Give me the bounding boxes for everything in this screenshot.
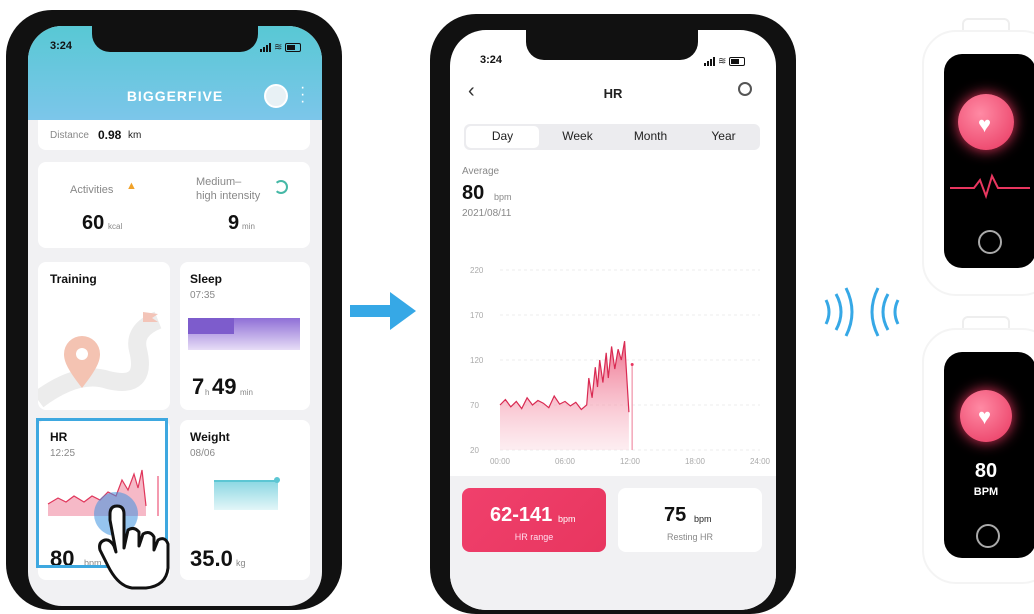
y-tick-label: 120 [470, 356, 484, 365]
average-label: Average [462, 166, 500, 177]
band-hr-value: 80 [974, 460, 998, 482]
status-time: 3:24 [480, 54, 503, 66]
band-device-2: ♥ 80 BPM [922, 328, 1034, 584]
sleep-min-unit: min [240, 388, 253, 397]
sleep-minutes: 49 [212, 374, 237, 399]
period-tabs: Day Week Month Year [464, 124, 760, 150]
status-time: 3:24 [50, 40, 73, 52]
weight-label: Weight [190, 430, 230, 444]
x-tick-label: 06:00 [555, 457, 576, 466]
settings-icon[interactable] [738, 82, 752, 96]
y-tick-label: 20 [470, 446, 479, 455]
avatar[interactable] [264, 84, 288, 108]
distance-value: 0.98 [98, 128, 122, 142]
resting-hr-card: 75 bpm Resting HR [618, 488, 762, 552]
average-unit: bpm [494, 192, 512, 202]
distance-label: Distance [50, 130, 89, 141]
battery-icon [729, 57, 746, 66]
status-icons: ≋ [704, 56, 746, 67]
average-value: 80 [462, 182, 485, 204]
sleep-h-unit: h [205, 388, 210, 397]
sleep-graph-deep [188, 318, 234, 334]
notch [92, 26, 258, 52]
signal-icon [704, 57, 715, 66]
signal-icon [260, 43, 271, 52]
intensity-unit: min [242, 222, 255, 231]
range-value: 62-141 [490, 504, 553, 526]
heart-shape: ♥ [978, 112, 992, 137]
flame-icon: ▲ [126, 180, 137, 192]
intensity-icon [274, 180, 288, 194]
band-device-1: ♥ [922, 30, 1034, 296]
more-icon[interactable]: · · · [300, 80, 305, 110]
activity-card[interactable]: Activities ▲ 60 kcal Medium– high intens… [38, 162, 310, 248]
resting-unit: bpm [694, 514, 712, 524]
hr-chart: 220 170 120 70 20 00:00 06:00 12:00 18:00 24:00 [470, 266, 771, 466]
activities-unit: kcal [108, 222, 123, 231]
page-title: HR [603, 86, 623, 101]
weight-value: 35.0 [190, 546, 233, 571]
hr-range-card: 62-141 bpm HR range [462, 488, 606, 552]
battery-icon [285, 43, 302, 52]
hr-area [500, 341, 629, 450]
sleep-card[interactable]: Sleep 07:35 7 h 49 min [180, 262, 310, 410]
sleep-time: 07:35 [190, 290, 216, 301]
distance-unit: km [128, 130, 142, 141]
date-label: 2021/08/11 [462, 208, 512, 219]
tab-day[interactable]: Day [466, 126, 539, 148]
weight-unit: kg [236, 558, 246, 568]
home-button[interactable] [978, 230, 1002, 254]
wireless-waves-icon [824, 287, 900, 337]
y-tick-label: 70 [470, 401, 479, 410]
tab-week[interactable]: Week [541, 124, 614, 150]
y-tick-label: 220 [470, 266, 484, 275]
range-unit: bpm [558, 514, 576, 524]
resting-value: 75 [664, 504, 687, 526]
weight-point [274, 477, 280, 483]
arrow-right-icon [350, 292, 416, 330]
pulse-line-icon [950, 173, 1030, 200]
distance-card: Distance 0.98 km [38, 120, 310, 150]
training-label: Training [50, 272, 97, 286]
hr-screen: 3:24 ≋ ‹ HR Day Week Month Year Average … [450, 30, 776, 610]
band-screen-2: ♥ 80 BPM [944, 352, 1034, 558]
phone-hr: 3:24 ≋ ‹ HR Day Week Month Year Average … [430, 14, 796, 614]
resting-label: Resting HR [666, 532, 713, 542]
pointing-hand-icon [98, 504, 170, 590]
status-icons: ≋ [260, 42, 302, 53]
intensity-value: 9 [228, 212, 240, 234]
band-hr-unit: BPM [973, 486, 999, 498]
home-button[interactable] [976, 524, 1000, 548]
range-label: HR range [514, 532, 554, 542]
tab-year[interactable]: Year [687, 124, 760, 150]
activities-value: 60 [82, 212, 105, 234]
weight-date: 08/06 [190, 448, 216, 459]
x-tick-label: 18:00 [685, 457, 706, 466]
sleep-hours: 7 [192, 374, 205, 399]
tab-month[interactable]: Month [614, 124, 687, 150]
band-screen-1: ♥ [944, 54, 1034, 268]
intensity-label-2: high intensity [196, 190, 261, 202]
wifi-icon: ≋ [718, 56, 727, 67]
intensity-label-1: Medium– [196, 176, 242, 188]
x-tick-label: 24:00 [750, 457, 771, 466]
notch [526, 30, 698, 60]
y-tick-label: 170 [470, 311, 484, 320]
hr-spike-point [630, 363, 634, 366]
sleep-label: Sleep [190, 272, 223, 286]
x-tick-label: 00:00 [490, 457, 511, 466]
route-map-illustration [38, 311, 162, 408]
weight-graph [214, 480, 278, 510]
activities-label: Activities [70, 184, 114, 196]
x-tick-label: 12:00 [620, 457, 641, 466]
weight-card[interactable]: Weight 08/06 35.0 kg [180, 420, 310, 580]
heart-shape: ♥ [978, 404, 992, 429]
training-card[interactable]: Training [38, 262, 170, 410]
wifi-icon: ≋ [274, 42, 283, 53]
